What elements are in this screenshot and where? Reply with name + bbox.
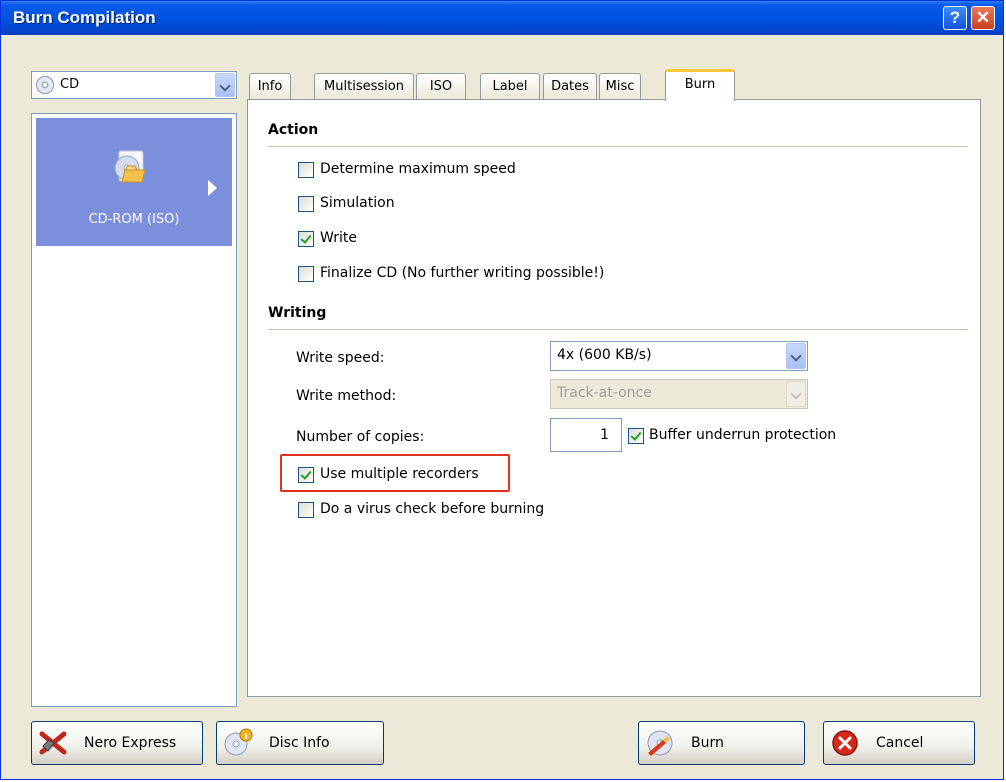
- action-section-title: Action: [268, 122, 319, 138]
- burn-label: Burn: [691, 735, 724, 751]
- simulation-checkbox[interactable]: [298, 196, 314, 212]
- write-speed-value: 4x (600 KB/s): [557, 347, 652, 363]
- chevron-down-icon[interactable]: [786, 343, 806, 369]
- buffer-underrun-label: Buffer underrun protection: [649, 427, 837, 443]
- disc-info-icon: [224, 728, 253, 756]
- write-label: Write: [320, 230, 357, 246]
- help-button[interactable]: ?: [943, 6, 967, 30]
- virus-check-label: Do a virus check before burning: [320, 501, 545, 517]
- write-checkbox[interactable]: [298, 231, 314, 247]
- cd-icon: [36, 76, 54, 94]
- nero-express-icon: [39, 731, 67, 755]
- write-speed-select[interactable]: 4x (600 KB/s): [550, 341, 808, 371]
- cancel-icon: [832, 730, 858, 756]
- burn-icon: [647, 730, 673, 756]
- window-title: Burn Compilation: [13, 8, 156, 27]
- write-method-select: Track-at-once: [550, 379, 808, 409]
- expand-arrow-icon: [208, 180, 217, 196]
- copies-value: 1: [600, 427, 609, 443]
- virus-check-checkbox[interactable]: [298, 502, 314, 518]
- list-item-cd-rom-iso[interactable]: CD-ROM (ISO): [36, 118, 232, 246]
- list-item-label: CD-ROM (ISO): [88, 212, 180, 227]
- burn-tab-panel: Action Determine maximum speed Simulatio…: [247, 99, 981, 697]
- burn-compilation-window: Burn Compilation ? ✕ CD CD-ROM (ISO) Inf…: [0, 0, 1004, 780]
- disc-info-label: Disc Info: [269, 735, 330, 751]
- finalize-cd-label: Finalize CD (No further writing possible…: [320, 265, 605, 281]
- burn-button[interactable]: Burn: [638, 721, 805, 765]
- tab-multisession[interactable]: Multisession: [314, 73, 414, 100]
- tab-label[interactable]: Label: [480, 73, 540, 100]
- nero-express-button[interactable]: Nero Express: [31, 721, 203, 765]
- title-bar[interactable]: Burn Compilation ? ✕: [1, 1, 1003, 35]
- buffer-underrun-checkbox[interactable]: [628, 428, 644, 444]
- media-type-combo[interactable]: CD: [31, 71, 237, 99]
- simulation-label: Simulation: [320, 195, 395, 211]
- write-method-value: Track-at-once: [557, 385, 652, 401]
- determine-max-speed-checkbox[interactable]: [298, 162, 314, 178]
- copies-input[interactable]: 1: [550, 418, 622, 452]
- disc-info-button[interactable]: Disc Info: [216, 721, 384, 765]
- close-button[interactable]: ✕: [971, 6, 995, 30]
- tab-iso[interactable]: ISO: [416, 73, 466, 100]
- divider: [268, 146, 968, 147]
- finalize-cd-checkbox[interactable]: [298, 266, 314, 282]
- tab-misc[interactable]: Misc: [599, 73, 641, 100]
- cd-folder-icon: [114, 150, 146, 183]
- chevron-down-icon: [786, 381, 806, 407]
- tab-info[interactable]: Info: [249, 73, 291, 100]
- copies-label: Number of copies:: [296, 429, 425, 445]
- tab-burn[interactable]: Burn: [665, 69, 735, 101]
- write-speed-label: Write speed:: [296, 350, 385, 366]
- determine-max-speed-label: Determine maximum speed: [320, 161, 516, 177]
- chevron-down-icon[interactable]: [215, 73, 235, 97]
- cancel-label: Cancel: [876, 735, 924, 751]
- tab-dates[interactable]: Dates: [543, 73, 597, 100]
- media-type-value: CD: [60, 77, 80, 92]
- writing-section-title: Writing: [268, 305, 327, 321]
- divider: [268, 329, 968, 330]
- cancel-button[interactable]: Cancel: [823, 721, 975, 765]
- highlight-box: [280, 454, 510, 492]
- write-method-label: Write method:: [296, 388, 397, 404]
- compilation-type-list: CD-ROM (ISO): [31, 113, 237, 707]
- nero-express-label: Nero Express: [84, 735, 177, 751]
